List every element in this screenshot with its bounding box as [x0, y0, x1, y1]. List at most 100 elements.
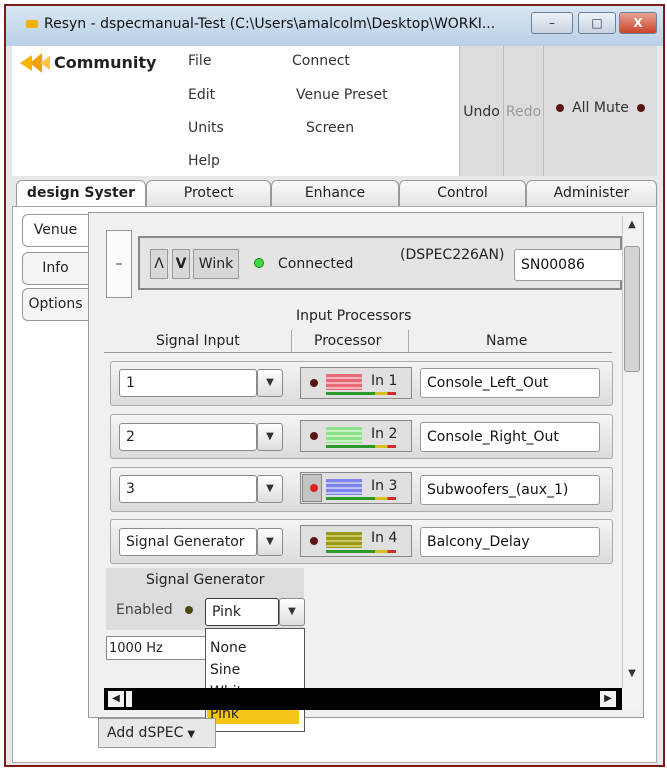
side-tab-info-label: Info: [42, 260, 69, 276]
move-up-button[interactable]: Λ: [150, 249, 168, 279]
tab-administer[interactable]: Administer: [526, 180, 657, 206]
scroll-corner: [622, 688, 642, 710]
processor-led-icon: [310, 484, 318, 492]
channel-name-field[interactable]: Console_Right_Out: [420, 422, 600, 452]
redo-button[interactable]: Redo: [503, 46, 543, 176]
processor-led-icon: [310, 432, 318, 440]
header-sep-2: [408, 330, 409, 352]
menu-venue-preset[interactable]: Venue Preset: [296, 87, 388, 103]
header-sep-1: [291, 330, 292, 352]
channel-name-field[interactable]: Subwoofers_(aux_1): [420, 475, 600, 505]
gain-bar-icon: [326, 550, 396, 553]
level-meter-icon: [326, 374, 362, 390]
signal-type-option[interactable]: None: [210, 640, 247, 656]
name-header: Name: [486, 333, 528, 349]
all-mute-button[interactable]: All Mute: [543, 46, 657, 176]
menu-help[interactable]: Help: [188, 153, 220, 169]
signal-input-select[interactable]: 2: [119, 423, 257, 451]
signal-type-dropdown-icon[interactable]: ▼: [279, 598, 305, 626]
side-tab-info[interactable]: Info: [22, 252, 88, 285]
wink-button[interactable]: Wink: [193, 249, 239, 279]
channel-label: In 1: [371, 373, 398, 389]
gain-bar-icon: [326, 392, 396, 395]
add-dspec-button[interactable]: Add dSPEC ▼: [98, 718, 216, 748]
menu-screen[interactable]: Screen: [306, 120, 354, 136]
side-tab-venue[interactable]: Venue: [22, 214, 88, 247]
channel-name-field[interactable]: Console_Left_Out: [420, 368, 600, 398]
close-button[interactable]: X: [619, 12, 657, 34]
community-logo-icon: [20, 53, 50, 73]
menu-edit[interactable]: Edit: [188, 87, 215, 103]
redo-label: Redo: [505, 104, 542, 120]
channel-label: In 3: [371, 478, 398, 494]
app-icon: [26, 20, 38, 28]
scroll-down-icon[interactable]: ▼: [624, 668, 640, 682]
add-dspec-label: Add dSPEC: [107, 725, 184, 741]
tab-control-label: Control: [437, 185, 488, 201]
gain-bar-icon: [326, 497, 396, 500]
connected-led-icon: [254, 258, 264, 268]
processor-led-icon: [310, 379, 318, 387]
tab-protect-label: Protect: [183, 185, 234, 201]
tab-control[interactable]: Control: [399, 180, 526, 206]
tab-design-system-label: design Syster: [26, 185, 136, 201]
tab-design-system[interactable]: design Syster: [16, 180, 146, 207]
all-mute-led-icon: [556, 104, 565, 112]
signal-generator-enabled-led-icon[interactable]: [185, 606, 193, 614]
input-processors-header: Input Processors: [296, 308, 412, 324]
scroll-up-icon[interactable]: ▲: [624, 219, 640, 233]
signal-input-dropdown-icon[interactable]: ▼: [257, 528, 283, 556]
signal-generator-title: Signal Generator: [146, 572, 265, 588]
tab-enhance[interactable]: Enhance: [271, 180, 399, 206]
menu-connect[interactable]: Connect: [292, 53, 350, 69]
all-mute-led-right-icon: [636, 104, 645, 112]
collapse-button[interactable]: –: [106, 230, 132, 298]
horizontal-scrollbar[interactable]: [104, 688, 622, 710]
level-meter-icon: [326, 532, 362, 548]
gain-bar-icon: [326, 445, 396, 448]
level-meter-icon: [326, 479, 362, 495]
menu-file[interactable]: File: [188, 53, 211, 69]
add-dspec-dropdown-icon: ▼: [187, 729, 196, 740]
signal-generator-enabled-label: Enabled: [116, 602, 173, 618]
signal-input-dropdown-icon[interactable]: ▼: [257, 423, 283, 451]
signal-input-header: Signal Input: [156, 333, 240, 349]
move-down-button[interactable]: V: [172, 249, 190, 279]
signal-type-option[interactable]: Sine: [210, 662, 240, 678]
signal-input-select[interactable]: Signal Generator: [119, 528, 257, 556]
tab-enhance-label: Enhance: [304, 185, 366, 201]
level-meter-icon: [326, 427, 362, 443]
undo-label: Undo: [463, 104, 500, 120]
undo-button[interactable]: Undo: [459, 46, 503, 176]
minimize-button[interactable]: –: [531, 12, 573, 34]
signal-input-select[interactable]: 1: [119, 369, 257, 397]
brand-name: Community: [54, 53, 157, 72]
scroll-left-icon[interactable]: ◀: [108, 691, 124, 707]
window-title: Resyn - dspecmanual-Test (C:\Users\amalc…: [44, 16, 496, 32]
device-model: (DSPEC226AN): [400, 247, 505, 263]
side-tab-options-label: Options: [28, 296, 83, 312]
horizontal-scroll-thumb[interactable]: [126, 691, 132, 707]
tab-administer-label: Administer: [553, 185, 630, 201]
signal-type-select[interactable]: Pink: [205, 598, 279, 626]
channel-label: In 4: [371, 530, 398, 546]
serial-number-field[interactable]: SN00086: [514, 249, 624, 281]
signal-input-dropdown-icon[interactable]: ▼: [257, 369, 283, 397]
side-tab-options[interactable]: Options: [22, 288, 88, 321]
tab-protect[interactable]: Protect: [146, 180, 271, 206]
frequency-field[interactable]: 1000 Hz: [106, 636, 206, 660]
signal-input-select[interactable]: 3: [119, 475, 257, 503]
signal-input-dropdown-icon[interactable]: ▼: [257, 475, 283, 503]
connection-status: Connected: [278, 256, 354, 272]
processor-header: Processor: [314, 333, 382, 349]
maximize-button[interactable]: □: [578, 12, 616, 34]
processor-led-icon: [310, 537, 318, 545]
header-divider: [104, 352, 612, 353]
all-mute-label: All Mute: [572, 100, 629, 116]
scroll-right-icon[interactable]: ▶: [600, 691, 616, 707]
side-tab-venue-label: Venue: [33, 222, 78, 238]
scroll-thumb[interactable]: [624, 246, 640, 372]
channel-label: In 2: [371, 426, 398, 442]
menu-units[interactable]: Units: [188, 120, 224, 136]
channel-name-field[interactable]: Balcony_Delay: [420, 527, 600, 557]
